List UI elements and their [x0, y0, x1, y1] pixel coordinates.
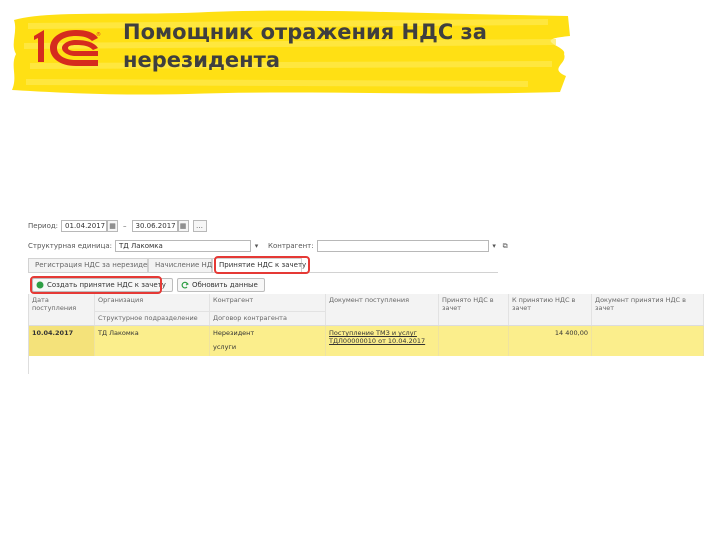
- period-from-input[interactable]: 01.04.2017: [61, 220, 108, 232]
- document-number-link[interactable]: ТДЛ00000010 от 10.04.2017: [329, 337, 425, 345]
- counterparty-label: Контрагент:: [267, 242, 314, 250]
- period-dash: –: [123, 222, 127, 230]
- period-select-button[interactable]: …: [192, 220, 207, 232]
- org-input[interactable]: ТД Лакомка: [114, 240, 251, 252]
- period-row: Период: 01.04.2017 ▦ – 30.06.2017 ▦ …: [28, 219, 207, 233]
- col-accepted[interactable]: Принято НДС в зачет: [439, 294, 509, 325]
- counterparty-input[interactable]: [316, 240, 489, 252]
- refresh-data-button[interactable]: Обновить данные: [176, 278, 265, 292]
- col-counterparty-label: Контрагент: [213, 296, 254, 304]
- col-counterparty-sub: Договор контрагента: [210, 311, 325, 324]
- slide-title-line-2: нерезидента: [123, 48, 280, 72]
- cell-document: Поступление ТМЗ и услуг ТДЛ00000010 от 1…: [326, 326, 439, 356]
- refresh-button-label: Обновить данные: [191, 281, 258, 289]
- col-org-sub: Структурное подразделение: [95, 311, 209, 324]
- 1c-logo: ®: [34, 30, 101, 66]
- cell-to-accept: 14 400,00: [509, 326, 592, 356]
- cell-accepted: [439, 326, 509, 356]
- period-label: Период:: [28, 222, 59, 230]
- table-header: Дата поступления Организация Структурное…: [29, 294, 704, 326]
- col-date[interactable]: Дата поступления: [29, 294, 95, 325]
- highlight-frame-button: [30, 276, 162, 294]
- col-to-accept[interactable]: К принятию НДС в зачет: [509, 294, 592, 325]
- tab-accrual[interactable]: Начисление НДС: [148, 258, 217, 272]
- col-counterparty[interactable]: Контрагент Договор контрагента: [210, 294, 326, 325]
- calendar-icon[interactable]: ▦: [107, 220, 119, 232]
- svg-text:®: ®: [96, 31, 101, 38]
- highlight-frame-tab: [214, 256, 310, 274]
- chevron-down-icon[interactable]: ▾: [251, 240, 262, 252]
- col-document[interactable]: Документ поступления: [326, 294, 439, 325]
- documents-table: Дата поступления Организация Структурное…: [28, 294, 704, 356]
- cell-vat-doc: [592, 326, 704, 356]
- col-vat-doc[interactable]: Документ принятия НДС в зачет: [592, 294, 704, 325]
- document-link[interactable]: Поступление ТМЗ и услуг: [329, 329, 417, 337]
- cell-org: ТД Лакомка: [95, 326, 210, 356]
- org-row: Структурная единица: ТД Лакомка ▾ Контра…: [28, 239, 511, 253]
- slide-title: Помощник отражения НДС за нерезидента: [123, 18, 563, 74]
- col-org-label: Организация: [98, 296, 144, 304]
- period-to-input[interactable]: 30.06.2017: [131, 220, 178, 232]
- open-icon[interactable]: ⧉: [500, 240, 511, 252]
- cell-counterparty: Нерезидент услуги: [210, 326, 326, 356]
- org-label: Структурная единица:: [28, 242, 112, 250]
- tab-registration[interactable]: Регистрация НДС за нерезидента: [28, 258, 160, 272]
- vat-helper-form: Период: 01.04.2017 ▦ – 30.06.2017 ▦ … Ст…: [28, 216, 712, 376]
- cell-contract: услуги: [213, 343, 237, 351]
- chevron-down-icon[interactable]: ▾: [489, 240, 500, 252]
- table-row[interactable]: 10.04.2017 ТД Лакомка Нерезидент услуги …: [29, 326, 704, 356]
- slide-title-line-1: Помощник отражения НДС за: [123, 20, 487, 44]
- calendar-icon[interactable]: ▦: [177, 220, 189, 232]
- cell-date: 10.04.2017: [29, 326, 95, 356]
- cell-counterparty-name: Нерезидент: [213, 329, 255, 337]
- col-org[interactable]: Организация Структурное подразделение: [95, 294, 210, 325]
- table-left-border: [28, 344, 29, 374]
- refresh-icon: [181, 281, 189, 289]
